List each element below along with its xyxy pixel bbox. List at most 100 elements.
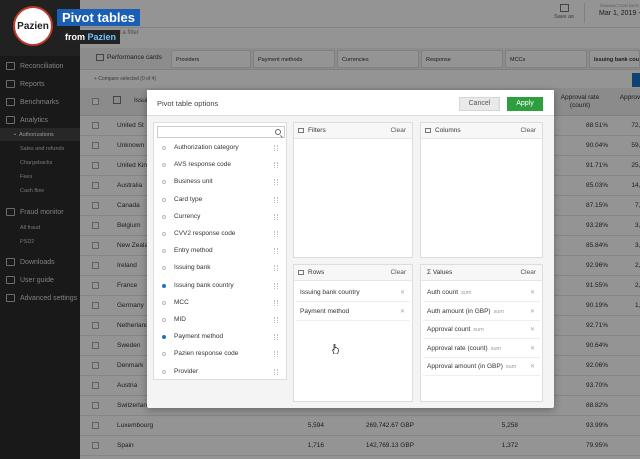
field-item[interactable]: Entry method bbox=[154, 243, 286, 260]
values-chip[interactable]: Approval amount (in GBP) sum ✕ bbox=[423, 358, 540, 376]
values-zone-title: Σ Values bbox=[427, 269, 453, 276]
drag-handle-icon[interactable] bbox=[274, 213, 278, 220]
filters-clear-button[interactable]: Clear bbox=[390, 127, 406, 134]
field-status-dot-icon bbox=[162, 163, 166, 168]
field-item[interactable]: Currency bbox=[154, 209, 286, 226]
values-chip[interactable]: Approval count sum ✕ bbox=[423, 321, 540, 339]
pivot-options-modal: Pivot table options Cancel Apply Authori… bbox=[147, 90, 554, 408]
field-item[interactable]: AVS response code bbox=[154, 157, 286, 174]
value-aggregation[interactable]: sum bbox=[494, 309, 504, 315]
drag-handle-icon[interactable] bbox=[274, 351, 278, 358]
filter-icon bbox=[298, 128, 304, 133]
field-label: MCC bbox=[174, 298, 189, 306]
remove-icon[interactable]: ✕ bbox=[530, 363, 535, 370]
value-aggregation[interactable]: sum bbox=[491, 346, 501, 352]
field-status-dot-icon bbox=[162, 283, 166, 288]
filters-zone-title: Filters bbox=[308, 127, 326, 134]
columns-zone[interactable]: Columns Clear bbox=[420, 122, 543, 258]
drag-handle-icon[interactable] bbox=[274, 179, 278, 186]
value-name: Approval count bbox=[427, 326, 471, 333]
drag-handle-icon[interactable] bbox=[274, 265, 278, 272]
field-list-panel: Authorization category AVS response code B… bbox=[153, 122, 287, 380]
field-label: Issuing bank country bbox=[174, 281, 234, 289]
field-status-dot-icon bbox=[162, 146, 166, 150]
drag-handle-icon[interactable] bbox=[274, 231, 278, 237]
chip-label: Auth count sum bbox=[427, 289, 471, 296]
drag-handle-icon[interactable] bbox=[274, 248, 278, 255]
values-chip[interactable]: Approval rate (count) sum ✕ bbox=[423, 339, 540, 358]
value-name: Auth amount (in GBP) bbox=[427, 307, 491, 315]
rows-icon bbox=[298, 270, 304, 275]
drag-handle-icon[interactable] bbox=[274, 317, 278, 323]
chip-label: Approval count sum bbox=[427, 326, 484, 333]
values-zone-header: Σ Values Clear bbox=[421, 265, 542, 281]
field-label: Pazien response code bbox=[174, 350, 239, 358]
remove-icon[interactable]: ✕ bbox=[530, 326, 535, 333]
drag-handle-icon[interactable] bbox=[274, 145, 278, 151]
rows-chip-payment-method[interactable]: Payment method ✕ bbox=[296, 303, 410, 321]
value-aggregation[interactable]: sum bbox=[461, 290, 471, 296]
value-name: Auth count bbox=[427, 289, 459, 296]
cancel-button[interactable]: Cancel bbox=[459, 97, 500, 111]
field-status-dot-icon bbox=[162, 214, 166, 219]
rows-chip-issuing-bank-country[interactable]: Issuing bank country ✕ bbox=[296, 284, 410, 302]
drag-handle-icon[interactable] bbox=[274, 196, 278, 203]
rows-clear-button[interactable]: Clear bbox=[390, 269, 406, 276]
value-aggregation[interactable]: sum bbox=[473, 327, 483, 333]
pazien-logo: Pazien bbox=[13, 6, 53, 46]
remove-icon[interactable]: ✕ bbox=[530, 308, 535, 315]
chip-label: Payment method bbox=[300, 308, 350, 315]
values-clear-button[interactable]: Clear bbox=[520, 269, 536, 276]
chip-label: Approval amount (in GBP) sum bbox=[427, 363, 516, 370]
field-search[interactable] bbox=[157, 126, 285, 138]
filters-zone-header: Filters Clear bbox=[294, 123, 412, 139]
remove-icon[interactable]: ✕ bbox=[530, 345, 535, 352]
field-label: AVS response code bbox=[174, 161, 231, 169]
rows-zone-title: Rows bbox=[308, 269, 325, 276]
chip-label: Issuing bank country bbox=[300, 289, 360, 296]
field-item[interactable]: MCC bbox=[154, 295, 286, 312]
field-item[interactable]: Issuing bank bbox=[154, 260, 286, 277]
values-chip[interactable]: Auth amount (in GBP) sum ✕ bbox=[423, 302, 540, 321]
field-item[interactable]: Card type bbox=[154, 192, 286, 209]
field-item[interactable]: Business unit bbox=[154, 174, 286, 191]
value-aggregation[interactable]: sum bbox=[506, 364, 516, 370]
drag-handle-icon[interactable] bbox=[274, 299, 278, 306]
field-status-dot-icon bbox=[162, 335, 166, 340]
field-search-input[interactable] bbox=[158, 127, 268, 137]
field-status-dot-icon bbox=[162, 300, 166, 305]
value-name: Approval rate (count) bbox=[427, 344, 488, 352]
value-name: Approval amount (in GBP) bbox=[427, 363, 503, 370]
rows-zone[interactable]: Rows Clear Issuing bank country ✕ Paymen… bbox=[293, 264, 413, 402]
values-zone[interactable]: Σ Values Clear Auth count sum ✕ Auth amount… bbox=[420, 264, 543, 402]
field-label: Business unit bbox=[174, 178, 213, 186]
field-item[interactable]: Pazien response code bbox=[154, 346, 286, 363]
rows-zone-header: Rows Clear bbox=[294, 265, 412, 281]
columns-clear-button[interactable]: Clear bbox=[520, 127, 536, 134]
badge-from-text: from bbox=[65, 32, 85, 42]
field-item[interactable]: MID bbox=[154, 312, 286, 329]
drag-handle-icon[interactable] bbox=[274, 282, 278, 289]
remove-icon[interactable]: ✕ bbox=[400, 308, 405, 315]
field-label: Issuing bank bbox=[174, 264, 211, 272]
drag-handle-icon[interactable] bbox=[274, 334, 278, 341]
values-chip[interactable]: Auth count sum ✕ bbox=[423, 284, 540, 302]
field-label: Currency bbox=[174, 212, 201, 220]
remove-icon[interactable]: ✕ bbox=[530, 289, 535, 296]
drag-handle-icon[interactable] bbox=[274, 368, 278, 375]
field-item[interactable]: Issuing bank country bbox=[154, 278, 286, 295]
field-item[interactable]: Authorization category bbox=[154, 140, 286, 157]
columns-zone-title: Columns bbox=[435, 127, 461, 134]
field-item[interactable]: Payment method bbox=[154, 329, 286, 346]
field-status-dot-icon bbox=[162, 180, 166, 185]
field-item[interactable]: CVV2 response code bbox=[154, 226, 286, 243]
chip-label: Approval rate (count) sum bbox=[427, 345, 501, 352]
drag-handle-icon[interactable] bbox=[274, 162, 278, 169]
field-label: Authorization category bbox=[174, 144, 239, 151]
apply-button[interactable]: Apply bbox=[507, 97, 543, 111]
field-item[interactable]: Provider bbox=[154, 364, 286, 381]
remove-icon[interactable]: ✕ bbox=[400, 289, 405, 296]
field-label: Card type bbox=[174, 195, 203, 203]
modal-header: Pivot table options Cancel Apply bbox=[147, 90, 554, 116]
filters-zone[interactable]: Filters Clear bbox=[293, 122, 413, 258]
